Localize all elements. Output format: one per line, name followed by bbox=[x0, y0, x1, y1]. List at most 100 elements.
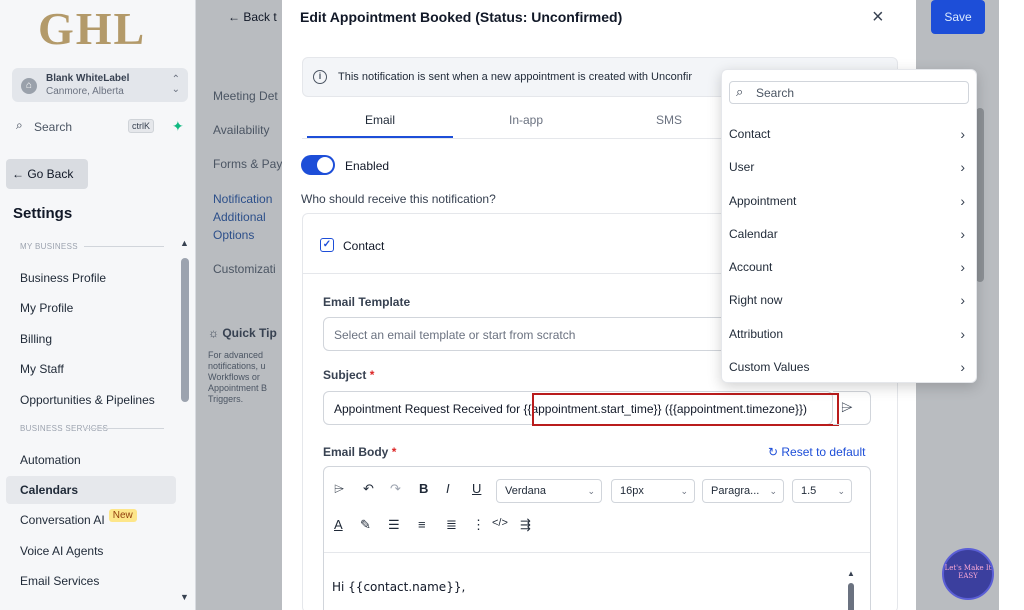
bg-nav-customizations[interactable]: Customizati bbox=[213, 260, 276, 278]
picker-item-right-now[interactable]: Right now › bbox=[729, 286, 969, 314]
subject-label: Subject * bbox=[323, 368, 374, 382]
sidebar-item-voice-ai-agents[interactable]: Voice AI Agents bbox=[6, 537, 176, 565]
lightbulb-icon: ☼ bbox=[208, 326, 223, 340]
picker-item-appointment[interactable]: Appointment › bbox=[729, 187, 969, 215]
picker-item-contact[interactable]: Contact › bbox=[729, 120, 969, 148]
picker-item-account[interactable]: Account › bbox=[729, 253, 969, 281]
account-icon: ⌂ bbox=[21, 78, 37, 94]
sidebar-item-my-staff[interactable]: My Staff bbox=[6, 355, 176, 383]
quick-tip-title-text: Quick Tip bbox=[222, 326, 277, 340]
font-family-select[interactable]: Verdana ⌄ bbox=[496, 479, 602, 503]
required-mark: * bbox=[391, 445, 397, 459]
recipients-label: Who should receive this notification? bbox=[301, 192, 496, 206]
scrollbar-thumb[interactable] bbox=[181, 258, 189, 402]
tab-in-app[interactable]: In-app bbox=[453, 113, 599, 127]
tag-icon[interactable]: ⌲ bbox=[334, 481, 344, 497]
undo-icon[interactable]: ↶ bbox=[363, 481, 374, 497]
highlight-icon[interactable]: ✎ bbox=[360, 517, 371, 533]
picker-item-user[interactable]: User › bbox=[729, 153, 969, 181]
sidebar-item-opportunities[interactable]: Opportunities & Pipelines bbox=[6, 386, 176, 414]
contact-checkbox[interactable]: ✓ bbox=[320, 238, 334, 252]
chevron-right-icon: › bbox=[960, 193, 965, 209]
line-height-select[interactable]: 1.5 ⌄ bbox=[792, 479, 852, 503]
go-back-button[interactable]: ← Go Back bbox=[6, 159, 88, 189]
search-shortcut-badge: ctrlK bbox=[128, 119, 154, 133]
sidebar-item-billing[interactable]: Billing bbox=[6, 325, 176, 353]
bg-nav-availability[interactable]: Availability bbox=[213, 121, 269, 139]
chevron-up-down-icon: ⌃ ⌄ bbox=[171, 74, 180, 95]
bg-nav-additional[interactable]: Additional bbox=[213, 208, 266, 226]
chevron-down-icon: ⌄ bbox=[769, 486, 777, 496]
align-icon[interactable]: ≣ bbox=[446, 517, 457, 533]
more-icon[interactable]: ⋮ bbox=[472, 517, 485, 533]
italic-icon[interactable]: I bbox=[446, 481, 450, 496]
picker-search-input[interactable]: ⌕ Search bbox=[729, 81, 969, 104]
save-button[interactable]: Save bbox=[931, 0, 985, 34]
reset-to-default-link[interactable]: ↻ Reset to default bbox=[768, 445, 865, 459]
info-banner-text: This notification is sent when a new app… bbox=[338, 71, 693, 83]
tab-sms[interactable]: SMS bbox=[599, 113, 739, 127]
bullet-list-icon[interactable]: ☰ bbox=[388, 517, 400, 533]
code-icon[interactable]: </> bbox=[492, 517, 508, 529]
active-tab-indicator bbox=[307, 136, 453, 138]
chevron-right-icon: › bbox=[960, 292, 965, 308]
picker-item-label: Custom Values bbox=[729, 360, 810, 374]
search-icon: ⌕ bbox=[16, 118, 23, 132]
scroll-down-icon[interactable]: ▼ bbox=[180, 592, 189, 602]
brand-badge[interactable]: Let's Make It EASY bbox=[942, 548, 994, 600]
tab-email[interactable]: Email bbox=[307, 113, 453, 127]
text-color-icon[interactable]: A bbox=[334, 517, 343, 532]
page-scrollbar-thumb[interactable] bbox=[976, 108, 984, 282]
sidebar-search[interactable]: ⌕ Search ctrlK bbox=[12, 116, 162, 138]
scrollbar-thumb[interactable] bbox=[848, 583, 854, 610]
insert-variable-button[interactable]: ⌲ bbox=[833, 391, 871, 425]
bg-nav-forms-payment[interactable]: Forms & Pay bbox=[213, 155, 282, 173]
sidebar-item-label: Conversation AI bbox=[20, 513, 105, 527]
numbered-list-icon[interactable]: ≡ bbox=[418, 517, 426, 532]
paragraph-select[interactable]: Paragra... ⌄ bbox=[702, 479, 784, 503]
subject-label-text: Subject bbox=[323, 368, 367, 382]
bold-icon[interactable]: B bbox=[419, 481, 428, 496]
picker-item-attribution[interactable]: Attribution › bbox=[729, 320, 969, 348]
font-size-select[interactable]: 16px ⌄ bbox=[611, 479, 695, 503]
redo-icon[interactable]: ↷ bbox=[390, 481, 401, 497]
sidebar-item-my-profile[interactable]: My Profile bbox=[6, 294, 176, 322]
picker-item-label: Appointment bbox=[729, 194, 797, 208]
sidebar-item-conversation-ai[interactable]: Conversation AI New bbox=[6, 506, 176, 534]
scroll-up-icon[interactable]: ▲ bbox=[847, 569, 855, 578]
section-label-my-business: MY BUSINESS bbox=[20, 242, 164, 251]
picker-item-custom-values[interactable]: Custom Values › bbox=[729, 353, 969, 381]
back-link[interactable]: ← Back t bbox=[228, 10, 277, 24]
variable-picker-dropdown: ⌕ Search Contact › User › Appointment › Cal… bbox=[721, 69, 977, 383]
email-body-label: Email Body * bbox=[323, 445, 396, 459]
quick-tip-text: For advanced notifications, u Workflows … bbox=[208, 350, 268, 404]
editor-scrollbar[interactable]: ▲ bbox=[847, 569, 855, 610]
sidebar-item-calendars[interactable]: Calendars bbox=[6, 476, 176, 504]
email-body-text[interactable]: Hi {{contact.name}}, bbox=[332, 580, 465, 594]
sidebar-scrollbar[interactable]: ▲ ▼ bbox=[180, 238, 190, 606]
modal-title: Edit Appointment Booked (Status: Unconfi… bbox=[300, 9, 623, 25]
sparkle-icon[interactable]: ✦ bbox=[172, 118, 184, 135]
close-icon[interactable]: × bbox=[872, 6, 884, 29]
font-family-value: Verdana bbox=[505, 485, 546, 497]
bg-nav-meeting-details[interactable]: Meeting Det bbox=[213, 87, 278, 105]
brand-logo: GHL bbox=[38, 3, 147, 54]
reset-icon: ↻ bbox=[768, 445, 782, 459]
underline-icon[interactable]: U bbox=[472, 481, 481, 496]
contact-label: Contact bbox=[343, 239, 385, 253]
sidebar-item-email-services[interactable]: Email Services bbox=[6, 567, 176, 595]
account-switcher[interactable]: ⌂ Blank WhiteLabel Canmore, Alberta ⌃ ⌄ bbox=[12, 68, 188, 102]
account-name: Blank WhiteLabel bbox=[46, 73, 130, 84]
paragraph-value: Paragra... bbox=[711, 485, 760, 497]
scroll-up-icon[interactable]: ▲ bbox=[180, 238, 189, 248]
format-icon[interactable]: ⇶ bbox=[520, 517, 531, 533]
tag-icon: ⌲ bbox=[841, 399, 853, 416]
bg-nav-notifications[interactable]: Notification bbox=[213, 190, 272, 208]
picker-item-calendar[interactable]: Calendar › bbox=[729, 220, 969, 248]
new-badge: New bbox=[108, 509, 137, 522]
account-location: Canmore, Alberta bbox=[46, 86, 124, 97]
bg-nav-options[interactable]: Options bbox=[213, 226, 254, 244]
enabled-toggle[interactable] bbox=[301, 155, 335, 175]
sidebar-item-business-profile[interactable]: Business Profile bbox=[6, 264, 176, 292]
sidebar-item-automation[interactable]: Automation bbox=[6, 446, 176, 474]
